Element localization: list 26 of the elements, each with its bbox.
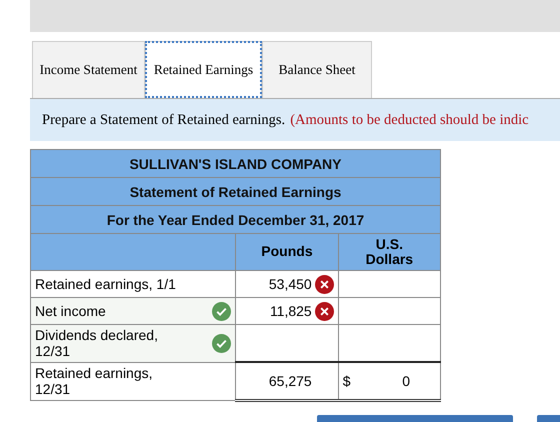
table-title: Statement of Retained Earnings bbox=[30, 178, 440, 206]
instruction-text: Prepare a Statement of Retained earnings. bbox=[42, 112, 286, 128]
check-icon bbox=[212, 334, 232, 353]
pounds-input[interactable]: 11,825 bbox=[236, 298, 338, 324]
column-header: U.S. Dollars bbox=[338, 234, 440, 270]
dollars-input[interactable] bbox=[338, 270, 440, 298]
table-title: For the Year Ended December 31, 2017 bbox=[30, 206, 440, 234]
dollars-input[interactable] bbox=[338, 298, 440, 324]
pounds-input[interactable]: 53,450 bbox=[236, 270, 338, 298]
row-label[interactable]: Retained earnings, 12/31 bbox=[30, 362, 236, 400]
check-icon bbox=[212, 302, 232, 320]
error-icon bbox=[314, 302, 334, 320]
instruction-note: (Amounts to be deducted should be indic bbox=[290, 112, 529, 128]
row-label[interactable]: Retained earnings, 1/1 bbox=[30, 270, 236, 298]
column-header: Pounds bbox=[236, 234, 338, 270]
pounds-input[interactable]: 65,275 bbox=[236, 362, 338, 400]
dollars-input[interactable]: $ 0 bbox=[338, 362, 440, 400]
table-title: SULLIVAN'S ISLAND COMPANY bbox=[30, 150, 440, 178]
tab[interactable]: Balance Sheet bbox=[262, 41, 372, 98]
tab[interactable]: Income Statement bbox=[32, 41, 145, 98]
row-label[interactable]: Dividends declared, 12/31 bbox=[30, 324, 236, 362]
error-icon bbox=[314, 274, 334, 294]
dollars-input[interactable] bbox=[338, 324, 440, 362]
tab[interactable]: Retained Earnings bbox=[145, 41, 262, 98]
pounds-input[interactable] bbox=[236, 324, 338, 362]
row-label[interactable]: Net income bbox=[30, 298, 236, 324]
